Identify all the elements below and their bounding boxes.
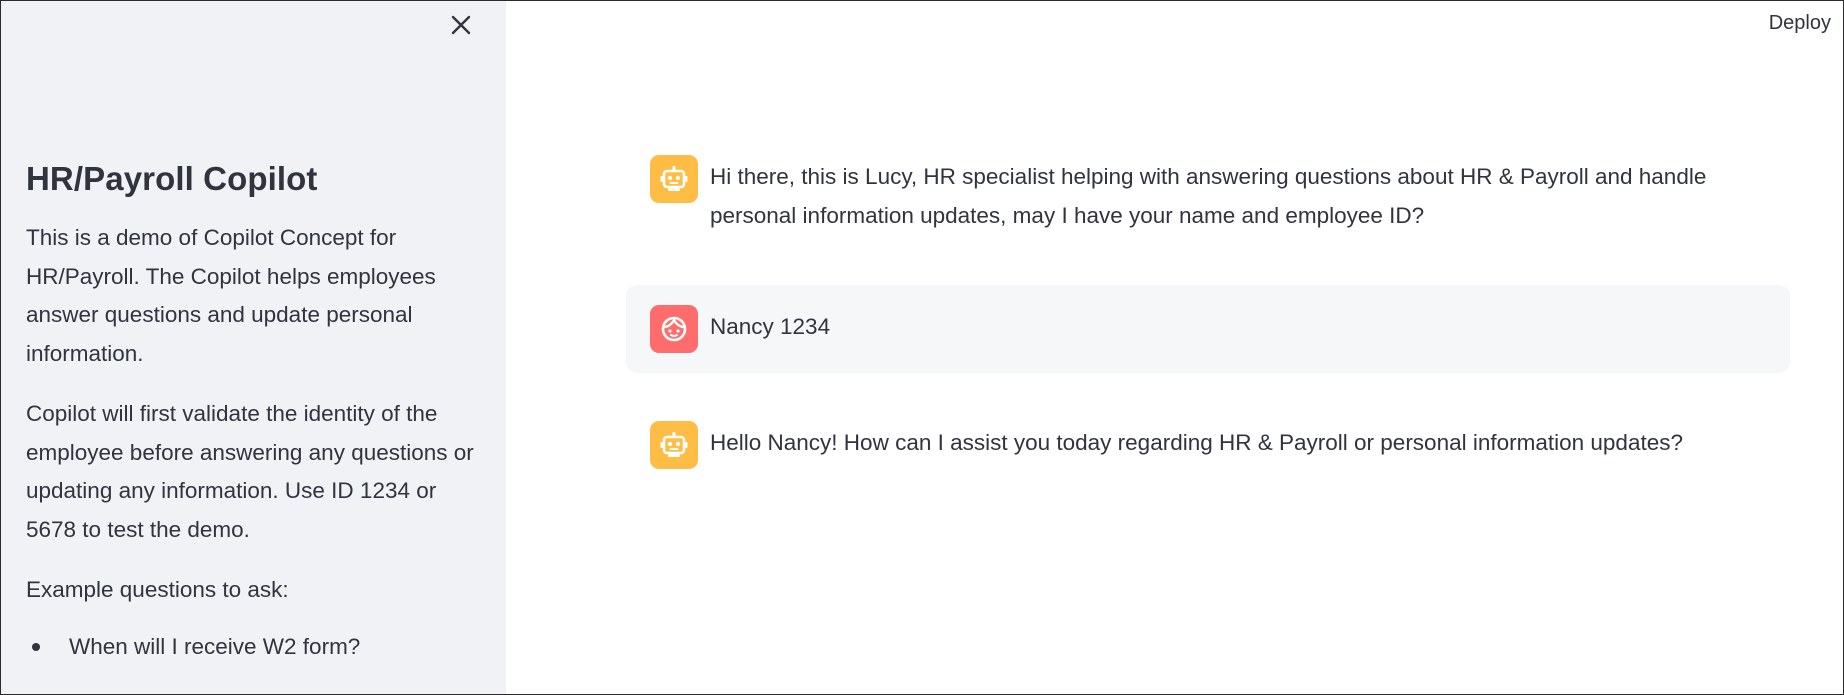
sidebar-content: HR/Payroll Copilot This is a demo of Cop… [26,157,481,666]
chat-message-assistant: Hello Nancy! How can I assist you today … [626,401,1790,489]
sidebar-title: HR/Payroll Copilot [26,160,318,197]
robot-icon [660,432,688,457]
sidebar-description: This is a demo of Copilot Concept for HR… [26,225,436,366]
robot-icon [660,166,688,191]
chat-message-text: Nancy 1234 [710,314,831,339]
chat-container: Hi there, this is Lucy, HR specialist he… [626,155,1790,489]
close-icon [451,15,471,35]
chat-message-text: Hi there, this is Lucy, HR specialist he… [710,164,1707,228]
user-avatar [650,305,698,353]
user-face-icon [661,316,687,342]
sidebar-validation-note: Copilot will first validate the identity… [26,401,474,542]
close-sidebar-button[interactable] [445,9,477,41]
chat-message-user: Nancy 1234 [626,285,1790,373]
app-window: HR/Payroll Copilot This is a demo of Cop… [0,0,1844,695]
chat-message-assistant: Hi there, this is Lucy, HR specialist he… [626,135,1790,255]
assistant-avatar [650,421,698,469]
sidebar-examples-heading: Example questions to ask: [26,577,289,602]
sidebar: HR/Payroll Copilot This is a demo of Cop… [1,1,506,694]
example-question-item: When will I receive W2 form? [26,628,481,667]
example-questions-list: When will I receive W2 form? [26,628,481,667]
assistant-avatar [650,155,698,203]
chat-message-text: Hello Nancy! How can I assist you today … [710,430,1683,455]
bullet-icon [32,642,40,651]
main-area: Hi there, this is Lucy, HR specialist he… [506,1,1843,694]
example-question-text: When will I receive W2 form? [69,633,361,659]
